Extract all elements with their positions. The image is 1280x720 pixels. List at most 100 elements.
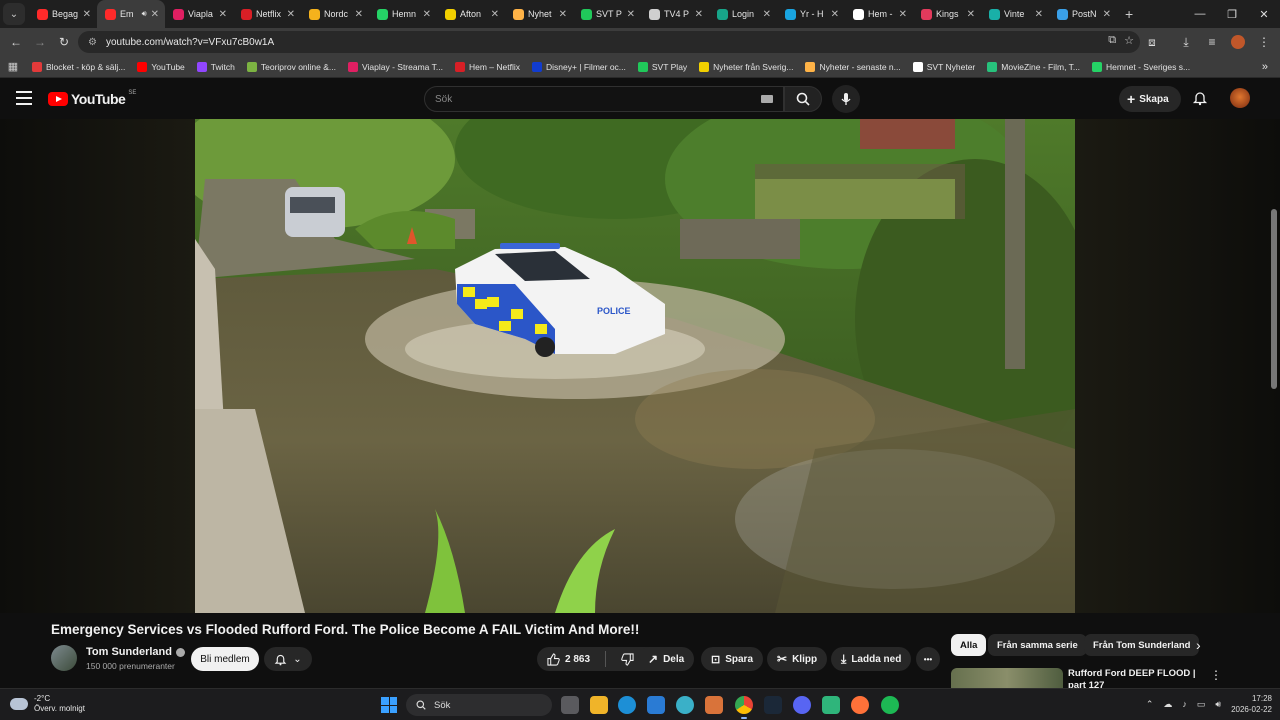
discord-icon[interactable] [793,696,811,714]
download-icon[interactable]: ⤓ [1174,30,1198,54]
chevron-up-icon[interactable]: ⌃ [1146,699,1154,710]
voice-search-button[interactable] [832,85,860,113]
notifications-button[interactable] [1192,90,1208,111]
chrome-icon[interactable] [735,696,753,719]
reload-button[interactable]: ↻ [52,30,76,54]
browser-tab[interactable]: Vinte ✕ [981,0,1049,28]
chip-same-series[interactable]: Från samma serie [988,634,1087,656]
bookmark-item[interactable]: Disney+ | Filmer oc... [526,61,632,72]
browser-tab[interactable]: Em 🔊︎ ✕ [97,0,165,28]
tab-search-button[interactable]: ⌄ [3,3,25,25]
weather-app-icon[interactable] [676,696,694,714]
close-tab-icon[interactable]: ✕ [83,9,91,20]
bookmark-item[interactable]: SVT Play [632,61,693,72]
xbox-app-icon[interactable] [822,696,840,714]
browser-tab[interactable]: Viapla ✕ [165,0,233,28]
media-control-icon[interactable]: ≡ [1200,30,1224,54]
account-avatar[interactable] [1230,88,1250,108]
taskbar-search[interactable]: Sök [406,694,552,716]
display-icon[interactable]: ▭ [1197,699,1206,710]
page-scrollbar[interactable] [1271,209,1277,389]
close-tab-icon[interactable]: ✕ [627,9,635,20]
browser-tab[interactable]: Hem - ✕ [845,0,913,28]
video-frame[interactable]: POLICE [195,119,1075,613]
file-explorer-icon[interactable] [590,696,608,714]
close-tab-icon[interactable]: ✕ [423,9,431,20]
close-tab-icon[interactable]: ✕ [491,9,499,20]
clip-button[interactable]: ✂ Klipp [767,647,828,671]
firefox-icon[interactable] [851,696,869,714]
browser-tab[interactable]: Kings ✕ [913,0,981,28]
close-tab-icon[interactable]: ✕ [1103,9,1111,20]
apps-grid-icon[interactable]: ▦ [0,60,26,73]
bookmark-item[interactable]: Blocket - köp & sälj... [26,61,131,72]
bookmark-item[interactable]: Hem – Netflix [449,61,526,72]
search-button[interactable] [784,86,822,112]
install-app-icon[interactable]: ⧉ [1108,34,1116,47]
close-tab-icon[interactable]: ✕ [831,9,839,20]
browser-tab[interactable]: Yr - H ✕ [777,0,845,28]
youtube-logo[interactable]: YouTube SE [48,90,136,107]
create-button[interactable]: + Skapa [1119,86,1181,112]
bookmark-item[interactable]: MovieZine - Film, T... [981,61,1086,72]
guide-menu-icon[interactable] [16,91,32,105]
share-button[interactable]: ↗ Dela [638,647,695,671]
extensions-icon[interactable]: ⧈ [1140,30,1164,54]
browser-tab[interactable]: Nordc ✕ [301,0,369,28]
browser-tab[interactable]: Nyhet ✕ [505,0,573,28]
recommendation-title[interactable]: Rufford Ford DEEP FLOOD | part 127 [1068,668,1208,688]
save-button[interactable]: ⊡ Spara [701,647,764,671]
browser-tab[interactable]: Hemn ✕ [369,0,437,28]
close-tab-icon[interactable]: ✕ [763,9,771,20]
browser-menu-icon[interactable]: ⋮ [1252,30,1276,54]
bookmark-item[interactable]: SVT Nyheter [907,61,982,72]
back-button[interactable]: ← [4,30,28,54]
close-tab-icon[interactable]: ✕ [967,9,975,20]
close-tab-icon[interactable]: ✕ [219,9,227,20]
close-tab-icon[interactable]: ✕ [151,9,159,20]
new-tab-button[interactable]: + [1125,6,1133,22]
cloud-sync-icon[interactable]: ☁ [1163,699,1172,710]
bookmark-item[interactable]: Teoriprov online &... [241,61,342,72]
close-tab-icon[interactable]: ✕ [1035,9,1043,20]
task-view-icon[interactable] [561,696,579,714]
forward-button[interactable]: → [28,30,52,54]
search-input[interactable]: Sök [424,86,784,112]
outlook-icon[interactable] [647,696,665,714]
bookmark-item[interactable]: Viaplay - Streama T... [342,61,449,72]
weather-widget[interactable]: -2°C Överv. molnigt [10,694,85,714]
bookmark-item[interactable]: YouTube [131,61,190,72]
edge-browser-icon[interactable] [618,696,636,714]
recommendation-thumbnail[interactable] [951,668,1063,688]
browser-tab[interactable]: Afton ✕ [437,0,505,28]
chip-all[interactable]: Alla [951,634,987,656]
bookmark-star-icon[interactable]: ☆ [1124,34,1134,47]
download-button[interactable]: ⤓ Ladda ned [831,647,912,671]
restore-button[interactable]: ❐ [1216,0,1248,28]
browser-tab[interactable]: PostN ✕ [1049,0,1117,28]
video-player[interactable]: POLICE [0,119,1280,613]
bookmark-item[interactable]: Twitch [191,61,241,72]
bookmark-item[interactable]: Nyheter - senaste n... [799,61,906,72]
browser-tab[interactable]: Begag ✕ [29,0,97,28]
bookmarks-overflow-button[interactable]: » [1262,61,1268,73]
close-tab-icon[interactable]: ✕ [695,9,703,20]
chevron-right-icon[interactable]: › [1196,637,1201,653]
steam-icon[interactable] [764,696,782,714]
keyboard-icon[interactable] [761,95,773,103]
subscription-notifications-button[interactable]: ⌄ [264,647,312,671]
minimize-button[interactable]: — [1184,0,1216,28]
join-button[interactable]: Bli medlem [191,647,259,671]
app-icon[interactable] [705,696,723,714]
like-button[interactable]: 2 863 [537,647,600,671]
close-tab-icon[interactable]: ✕ [559,9,567,20]
browser-tab[interactable]: SVT P ✕ [573,0,641,28]
recommendation-menu-icon[interactable]: ⋮ [1210,668,1222,682]
channel-avatar[interactable] [51,645,77,671]
spotify-icon[interactable] [881,696,899,714]
windows-start-icon[interactable] [381,697,397,713]
tab-audio-icon[interactable]: 🔊︎ [142,9,147,19]
close-tab-icon[interactable]: ✕ [287,9,295,20]
bookmark-item[interactable]: Nyheter från Sverig... [693,61,799,72]
close-window-button[interactable]: ✕ [1248,0,1280,28]
